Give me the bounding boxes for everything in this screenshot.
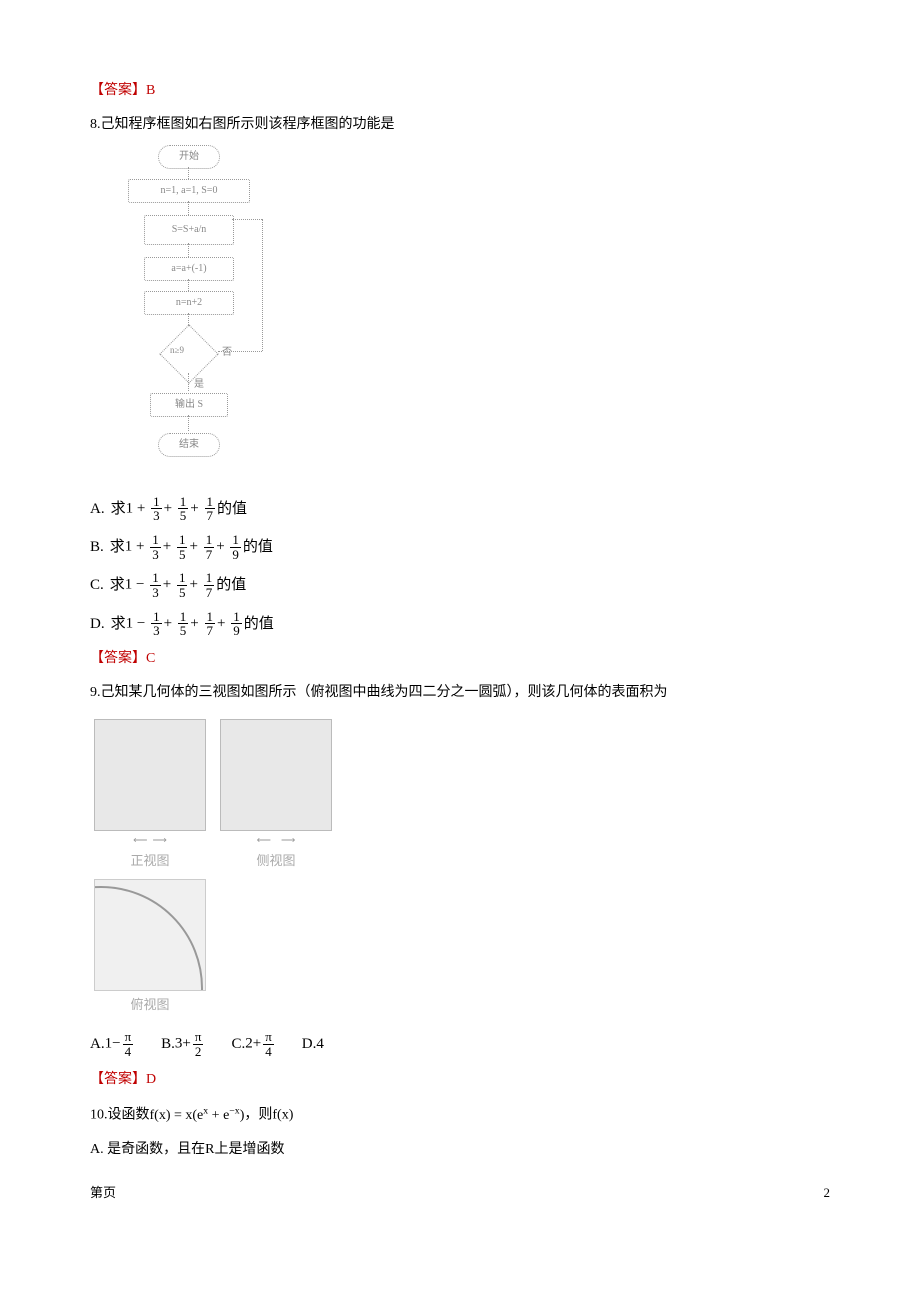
q8-option-d: D. 求 1 − 13+ 15+ 17+ 19 的值 — [90, 610, 830, 638]
q10-number: 10. — [90, 1108, 108, 1123]
option-expr: 1 + 13+ 15+ 17+ 19 — [125, 533, 243, 561]
option-tail: 的值 — [217, 497, 247, 521]
option-lead: A. — [90, 1032, 105, 1056]
option-lead: D. — [90, 612, 105, 636]
answer-label: 【答案】 — [90, 1072, 146, 1087]
q8-answer: 【答案】C — [90, 648, 830, 670]
q9-number: 9. — [90, 685, 101, 700]
option-tail: 的值 — [243, 535, 273, 559]
option-lead: B. — [161, 1032, 175, 1056]
q8-number: 8. — [90, 117, 101, 132]
q9-option-a: A. 1−π4 — [90, 1030, 135, 1058]
flow-cond — [159, 324, 218, 383]
side-view: ⟵ ⟶ 侧视图 — [216, 719, 336, 872]
option-tail: 的值 — [244, 612, 274, 636]
three-views-figure: ⟵ ⟶ 正视图 ⟵ ⟶ 侧视图 俯视图 — [90, 715, 350, 1021]
flow-out: 输出 S — [150, 393, 228, 417]
flow-step3: n=n+2 — [144, 291, 234, 315]
flow-step1: S=S+a/n — [144, 215, 234, 245]
q10-option-a: A. 是奇函数，且在R上是增函数 — [90, 1139, 830, 1161]
option-lead: C. — [90, 573, 104, 597]
flow-arrow — [188, 415, 189, 431]
option-expr: 1 + 13+ 15+ 17 — [126, 495, 217, 523]
option-expr: 4 — [316, 1032, 324, 1056]
arc-curve — [94, 886, 203, 991]
option-pre: 求 — [110, 573, 125, 597]
side-label: 侧视图 — [216, 851, 336, 872]
flow-no: 否 — [222, 345, 232, 361]
flow-arrow — [188, 167, 189, 179]
q10-formula: f(x) = x(ex + e−x) — [150, 1108, 245, 1123]
view-rect — [94, 719, 206, 831]
q8-text: 己知程序框图如右图所示则该程序框图的功能是 — [101, 117, 395, 132]
q8-option-a: A. 求 1 + 13+ 15+ 17 的值 — [90, 495, 830, 523]
q8-stem: 8.己知程序框图如右图所示则该程序框图的功能是 — [90, 114, 830, 136]
footer-right: 2 — [824, 1183, 831, 1204]
q8-option-c: C. 求 1 − 13+ 15+ 17 的值 — [90, 571, 830, 599]
q9-options: A. 1−π4 B. 3+π2 C. 2+π4 D. 4 — [90, 1030, 830, 1058]
q9-answer: 【答案】D — [90, 1069, 830, 1091]
flow-loop — [262, 219, 263, 351]
option-expr: 3+π2 — [175, 1030, 206, 1058]
q9-option-b: B. 3+π2 — [161, 1030, 205, 1058]
option-expr: 1 − 13+ 15+ 17 — [125, 571, 216, 599]
option-expr: 2+π4 — [245, 1030, 276, 1058]
option-lead: B. — [90, 535, 104, 559]
flow-step2: a=a+(-1) — [144, 257, 234, 281]
option-expr: 1 − 13+ 15+ 17+ 19 — [126, 610, 244, 638]
view-arc — [94, 879, 206, 991]
option-lead: D. — [302, 1032, 317, 1056]
flow-loop — [232, 219, 262, 220]
flow-arrow — [188, 243, 189, 257]
option-lead: A. — [90, 1142, 107, 1157]
page-footer: 第页 2 — [90, 1183, 830, 1204]
top-view: 俯视图 — [90, 879, 210, 1016]
option-pre: 求 — [110, 535, 125, 559]
flow-arrow — [188, 201, 189, 215]
q10-prefix: 设函数 — [108, 1108, 150, 1123]
top-label: 俯视图 — [90, 995, 210, 1016]
q10-suffix: ，则f(x) — [244, 1108, 293, 1123]
option-expr: 1−π4 — [105, 1030, 136, 1058]
front-view: ⟵ ⟶ 正视图 — [90, 719, 210, 872]
dim-markers: ⟵ ⟶ — [216, 833, 336, 849]
flow-loop — [218, 351, 262, 352]
answer-letter: C — [146, 651, 155, 666]
answer-label: 【答案】 — [90, 651, 146, 666]
option-lead: A. — [90, 497, 105, 521]
option-lead: C. — [231, 1032, 245, 1056]
q7-answer: 【答案】B — [90, 80, 830, 102]
option-tail: 的值 — [216, 573, 246, 597]
answer-letter: D — [146, 1072, 156, 1087]
flow-yes: 是 — [194, 377, 204, 393]
option-pre: 求 — [111, 497, 126, 521]
flow-end: 结束 — [158, 433, 220, 457]
q8-option-b: B. 求 1 + 13+ 15+ 17+ 19 的值 — [90, 533, 830, 561]
view-rect — [220, 719, 332, 831]
flow-init: n=1, a=1, S=0 — [128, 179, 250, 203]
option-pre: 求 — [111, 612, 126, 636]
flow-start: 开始 — [158, 145, 220, 169]
front-label: 正视图 — [90, 851, 210, 872]
flow-arrow — [188, 279, 189, 291]
q9-option-d: D. 4 — [302, 1032, 324, 1056]
answer-label: 【答案】 — [90, 83, 146, 98]
q9-text: 己知某几何体的三视图如图所示（俯视图中曲线为四二分之一圆弧），则该几何体的表面积… — [101, 685, 668, 700]
q9-option-c: C. 2+π4 — [231, 1030, 275, 1058]
flow-arrow — [188, 373, 189, 391]
q10-stem: 10.设函数f(x) = x(ex + e−x)，则f(x) — [90, 1103, 830, 1127]
q9-stem: 9.己知某几何体的三视图如图所示（俯视图中曲线为四二分之一圆弧），则该几何体的表… — [90, 682, 830, 704]
answer-letter: B — [146, 83, 155, 98]
dim-markers: ⟵ ⟶ — [90, 833, 210, 849]
option-text: 是奇函数，且在R上是增函数 — [107, 1142, 284, 1157]
footer-left: 第页 — [90, 1183, 116, 1204]
flowchart-figure: 开始 n=1, a=1, S=0 S=S+a/n a=a+(-1) n=n+2 … — [110, 145, 270, 485]
flow-cond-text: n≥9 — [170, 343, 184, 357]
